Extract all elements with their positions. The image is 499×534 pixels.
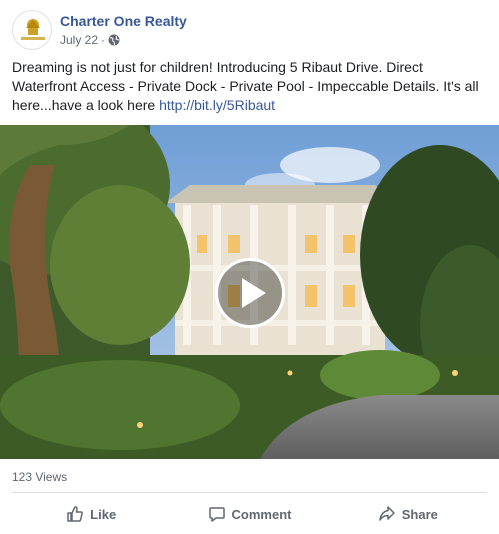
play-icon xyxy=(242,278,266,308)
comment-button[interactable]: Comment xyxy=(170,498,328,530)
action-bar: Like Comment Share xyxy=(12,498,487,530)
meta-separator: · xyxy=(101,33,106,47)
like-label: Like xyxy=(90,506,117,522)
facebook-post: Charter One Realty July 22 · Dreaming is… xyxy=(0,0,499,534)
page-name-link[interactable]: Charter One Realty xyxy=(60,12,187,30)
post-date[interactable]: July 22 xyxy=(60,32,98,48)
logo-icon xyxy=(21,19,45,40)
comment-icon xyxy=(208,507,225,522)
post-meta: July 22 · xyxy=(60,32,187,48)
comment-label: Comment xyxy=(231,506,292,522)
post-text: Dreaming is not just for children! Intro… xyxy=(12,58,490,115)
post-link[interactable]: http://bit.ly/5Ribaut xyxy=(159,97,275,113)
like-button[interactable]: Like xyxy=(12,498,170,530)
share-icon xyxy=(379,506,395,521)
play-button[interactable] xyxy=(215,258,285,328)
post-meta-block: Charter One Realty July 22 · xyxy=(60,12,187,48)
view-count[interactable]: 123 Views xyxy=(12,470,67,484)
like-icon xyxy=(67,506,84,522)
post-header: Charter One Realty July 22 · xyxy=(12,10,187,50)
share-button[interactable]: Share xyxy=(329,498,487,530)
avatar[interactable] xyxy=(12,10,52,50)
globe-icon[interactable] xyxy=(108,34,120,46)
divider xyxy=(12,492,487,493)
share-label: Share xyxy=(401,506,438,522)
